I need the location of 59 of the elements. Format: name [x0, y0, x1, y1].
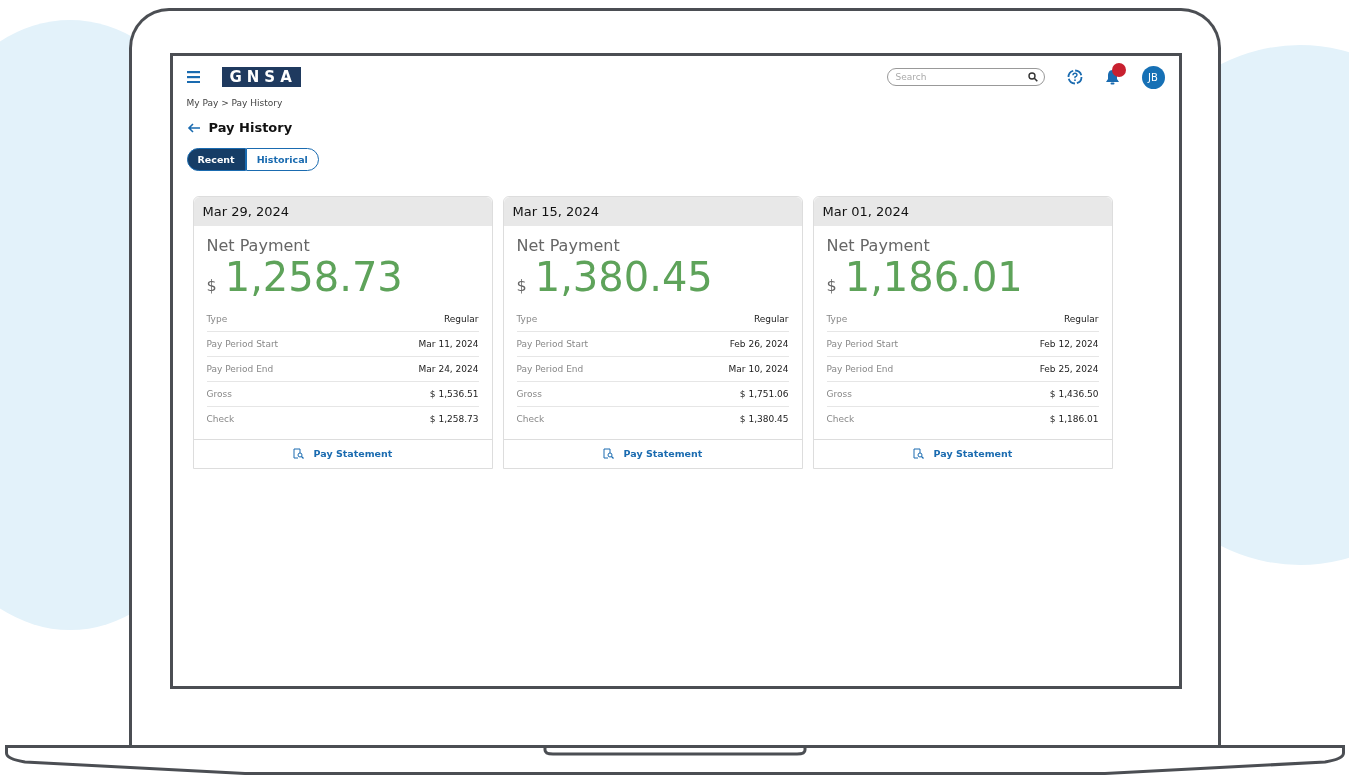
document-search-icon — [912, 448, 924, 459]
search-icon — [1027, 72, 1038, 82]
detail-value: Regular — [753, 314, 789, 324]
detail-label: Type — [516, 314, 538, 324]
detail-label: Pay Period End — [516, 364, 584, 374]
detail-value: Regular — [443, 314, 479, 324]
net-amount: 1,380.45 — [534, 255, 713, 299]
detail-value: $ 1,186.01 — [1049, 414, 1099, 424]
user-avatar[interactable]: JB — [1141, 65, 1165, 89]
detail-value: Regular — [1063, 314, 1099, 324]
detail-label: Check — [826, 414, 855, 424]
logo: GNSA — [221, 67, 301, 87]
detail-label: Gross — [826, 389, 852, 399]
card-date: Mar 01, 2024 — [813, 197, 1112, 226]
card-date: Mar 29, 2024 — [193, 197, 492, 226]
currency-symbol: $ — [206, 276, 217, 295]
search-field[interactable]: Search — [886, 68, 1045, 86]
back-arrow-icon[interactable] — [186, 122, 201, 133]
detail-label: Gross — [516, 389, 542, 399]
detail-value: Mar 11, 2024 — [418, 339, 479, 349]
menu-icon[interactable] — [186, 71, 200, 83]
tab[interactable]: Historical — [245, 148, 319, 171]
detail-value: $ 1,258.73 — [429, 414, 479, 424]
detail-value: Feb 25, 2024 — [1039, 364, 1099, 374]
pay-statement-link[interactable]: Pay Statement — [292, 448, 393, 459]
help-icon[interactable] — [1066, 69, 1083, 85]
document-search-icon — [292, 448, 304, 459]
net-payment-label: Net Payment — [826, 236, 931, 255]
detail-label: Check — [516, 414, 545, 424]
detail-value: $ 1,751.06 — [739, 389, 789, 399]
pay-statement-link[interactable]: Pay Statement — [912, 448, 1013, 459]
breadcrumb: My Pay > Pay History — [186, 98, 284, 108]
net-amount: 1,186.01 — [844, 255, 1023, 299]
detail-value: Mar 10, 2024 — [728, 364, 789, 374]
detail-value: Feb 12, 2024 — [1039, 339, 1099, 349]
net-payment-label: Net Payment — [516, 236, 621, 255]
detail-value: Mar 24, 2024 — [418, 364, 479, 374]
detail-value: Feb 26, 2024 — [729, 339, 789, 349]
detail-label: Pay Period End — [206, 364, 274, 374]
net-payment-label: Net Payment — [206, 236, 311, 255]
currency-symbol: $ — [826, 276, 837, 295]
detail-label: Pay Period Start — [516, 339, 589, 349]
detail-label: Gross — [206, 389, 232, 399]
detail-label: Type — [826, 314, 848, 324]
detail-label: Type — [206, 314, 228, 324]
document-search-icon — [602, 448, 614, 459]
detail-value: $ 1,380.45 — [739, 414, 789, 424]
card-date: Mar 15, 2024 — [503, 197, 802, 226]
detail-label: Pay Period Start — [206, 339, 279, 349]
currency-symbol: $ — [516, 276, 527, 295]
detail-value: $ 1,436.50 — [1049, 389, 1099, 399]
detail-label: Pay Period Start — [826, 339, 899, 349]
detail-label: Check — [206, 414, 235, 424]
detail-label: Pay Period End — [826, 364, 894, 374]
net-amount: 1,258.73 — [224, 255, 403, 299]
pay-statement-link[interactable]: Pay Statement — [602, 448, 703, 459]
detail-value: $ 1,536.51 — [429, 389, 479, 399]
page-title: Pay History — [208, 120, 293, 135]
tab[interactable]: Recent — [186, 148, 246, 171]
